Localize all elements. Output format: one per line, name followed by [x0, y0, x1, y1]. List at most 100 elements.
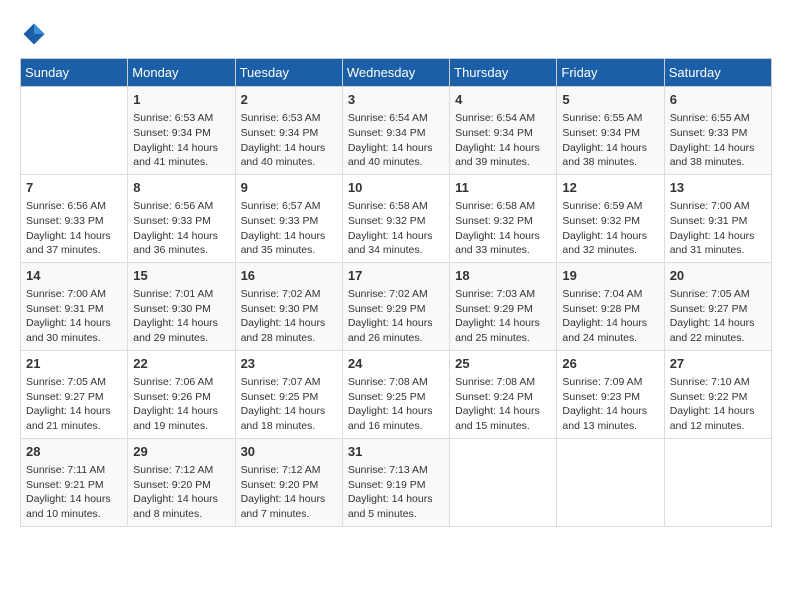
- calendar-week-1: 1 Sunrise: 6:53 AM Sunset: 9:34 PM Daylig…: [21, 87, 772, 175]
- logo: [20, 20, 52, 48]
- day-number: 17: [348, 267, 444, 285]
- calendar-cell: 14Sunrise: 7:00 AM Sunset: 9:31 PM Dayli…: [21, 262, 128, 350]
- cell-content: Sunrise: 6:56 AM Sunset: 9:33 PM Dayligh…: [26, 199, 122, 258]
- cell-content: Sunrise: 7:13 AM Sunset: 9:19 PM Dayligh…: [348, 463, 444, 522]
- cell-content: Sunrise: 7:02 AM Sunset: 9:29 PM Dayligh…: [348, 287, 444, 346]
- calendar-cell: 30 Sunrise: 7:12 AM Sunset: 9:20 PM Dayli…: [235, 438, 342, 526]
- day-number: 18: [455, 267, 551, 285]
- day-number: 4: [455, 91, 551, 109]
- cell-content: Sunrise: 6:59 AM Sunset: 9:32 PM Dayligh…: [562, 199, 658, 258]
- calendar-week-4: 21 Sunrise: 7:05 AM Sunset: 9:27 PM Dayli…: [21, 350, 772, 438]
- calendar-cell: 20Sunrise: 7:05 AM Sunset: 9:27 PM Dayli…: [664, 262, 771, 350]
- calendar-cell: 25 Sunrise: 7:08 AM Sunset: 9:24 PM Dayli…: [450, 350, 557, 438]
- day-number: 31: [348, 443, 444, 461]
- day-number: 23: [241, 355, 337, 373]
- cell-content: Sunrise: 7:03 AM Sunset: 9:29 PM Dayligh…: [455, 287, 551, 346]
- cell-content: Sunrise: 6:58 AM Sunset: 9:32 PM Dayligh…: [455, 199, 551, 258]
- calendar-cell: 6 Sunrise: 6:55 AM Sunset: 9:33 PM Daylig…: [664, 87, 771, 175]
- calendar-cell: 7 Sunrise: 6:56 AM Sunset: 9:33 PM Daylig…: [21, 174, 128, 262]
- cell-content: Sunrise: 7:11 AM Sunset: 9:21 PM Dayligh…: [26, 463, 122, 522]
- col-header-thursday: Thursday: [450, 59, 557, 87]
- day-number: 12: [562, 179, 658, 197]
- calendar-cell: 24 Sunrise: 7:08 AM Sunset: 9:25 PM Dayli…: [342, 350, 449, 438]
- day-number: 13: [670, 179, 766, 197]
- calendar-cell: 8Sunrise: 6:56 AM Sunset: 9:33 PM Daylig…: [128, 174, 235, 262]
- calendar-week-2: 7 Sunrise: 6:56 AM Sunset: 9:33 PM Daylig…: [21, 174, 772, 262]
- col-header-friday: Friday: [557, 59, 664, 87]
- col-header-sunday: Sunday: [21, 59, 128, 87]
- day-number: 11: [455, 179, 551, 197]
- cell-content: Sunrise: 7:04 AM Sunset: 9:28 PM Dayligh…: [562, 287, 658, 346]
- cell-content: Sunrise: 7:00 AM Sunset: 9:31 PM Dayligh…: [670, 199, 766, 258]
- day-number: 16: [241, 267, 337, 285]
- calendar-cell: 28 Sunrise: 7:11 AM Sunset: 9:21 PM Dayli…: [21, 438, 128, 526]
- calendar-cell: [557, 438, 664, 526]
- calendar-cell: [664, 438, 771, 526]
- cell-content: Sunrise: 7:05 AM Sunset: 9:27 PM Dayligh…: [26, 375, 122, 434]
- cell-content: Sunrise: 7:02 AM Sunset: 9:30 PM Dayligh…: [241, 287, 337, 346]
- calendar-cell: 12 Sunrise: 6:59 AM Sunset: 9:32 PM Dayli…: [557, 174, 664, 262]
- day-number: 21: [26, 355, 122, 373]
- col-header-saturday: Saturday: [664, 59, 771, 87]
- cell-content: Sunrise: 6:54 AM Sunset: 9:34 PM Dayligh…: [455, 111, 551, 170]
- calendar-cell: 27Sunrise: 7:10 AM Sunset: 9:22 PM Dayli…: [664, 350, 771, 438]
- calendar-week-5: 28 Sunrise: 7:11 AM Sunset: 9:21 PM Dayli…: [21, 438, 772, 526]
- calendar-cell: 4 Sunrise: 6:54 AM Sunset: 9:34 PM Daylig…: [450, 87, 557, 175]
- day-number: 22: [133, 355, 229, 373]
- cell-content: Sunrise: 6:53 AM Sunset: 9:34 PM Dayligh…: [241, 111, 337, 170]
- day-number: 2: [241, 91, 337, 109]
- day-number: 20: [670, 267, 766, 285]
- calendar-cell: [450, 438, 557, 526]
- day-number: 3: [348, 91, 444, 109]
- calendar-cell: 1 Sunrise: 6:53 AM Sunset: 9:34 PM Daylig…: [128, 87, 235, 175]
- logo-icon: [20, 20, 48, 48]
- calendar-cell: 21 Sunrise: 7:05 AM Sunset: 9:27 PM Dayli…: [21, 350, 128, 438]
- calendar-week-3: 14Sunrise: 7:00 AM Sunset: 9:31 PM Dayli…: [21, 262, 772, 350]
- calendar-cell: 26 Sunrise: 7:09 AM Sunset: 9:23 PM Dayli…: [557, 350, 664, 438]
- cell-content: Sunrise: 7:01 AM Sunset: 9:30 PM Dayligh…: [133, 287, 229, 346]
- cell-content: Sunrise: 7:06 AM Sunset: 9:26 PM Dayligh…: [133, 375, 229, 434]
- day-number: 1: [133, 91, 229, 109]
- calendar-cell: [21, 87, 128, 175]
- cell-content: Sunrise: 7:12 AM Sunset: 9:20 PM Dayligh…: [133, 463, 229, 522]
- day-number: 14: [26, 267, 122, 285]
- calendar-cell: 13 Sunrise: 7:00 AM Sunset: 9:31 PM Dayli…: [664, 174, 771, 262]
- day-number: 5: [562, 91, 658, 109]
- calendar-cell: 3Sunrise: 6:54 AM Sunset: 9:34 PM Daylig…: [342, 87, 449, 175]
- calendar-cell: 2 Sunrise: 6:53 AM Sunset: 9:34 PM Daylig…: [235, 87, 342, 175]
- day-number: 27: [670, 355, 766, 373]
- cell-content: Sunrise: 6:58 AM Sunset: 9:32 PM Dayligh…: [348, 199, 444, 258]
- col-header-monday: Monday: [128, 59, 235, 87]
- calendar-cell: 19 Sunrise: 7:04 AM Sunset: 9:28 PM Dayli…: [557, 262, 664, 350]
- cell-content: Sunrise: 6:53 AM Sunset: 9:34 PM Dayligh…: [133, 111, 229, 170]
- col-header-tuesday: Tuesday: [235, 59, 342, 87]
- cell-content: Sunrise: 6:55 AM Sunset: 9:33 PM Dayligh…: [670, 111, 766, 170]
- day-number: 19: [562, 267, 658, 285]
- day-number: 15: [133, 267, 229, 285]
- cell-content: Sunrise: 7:08 AM Sunset: 9:24 PM Dayligh…: [455, 375, 551, 434]
- calendar-cell: 11 Sunrise: 6:58 AM Sunset: 9:32 PM Dayli…: [450, 174, 557, 262]
- calendar-cell: 29 Sunrise: 7:12 AM Sunset: 9:20 PM Dayli…: [128, 438, 235, 526]
- calendar-table: SundayMondayTuesdayWednesdayThursdayFrid…: [20, 58, 772, 527]
- calendar-cell: 18 Sunrise: 7:03 AM Sunset: 9:29 PM Dayli…: [450, 262, 557, 350]
- calendar-cell: 10 Sunrise: 6:58 AM Sunset: 9:32 PM Dayli…: [342, 174, 449, 262]
- day-number: 10: [348, 179, 444, 197]
- calendar-cell: 22 Sunrise: 7:06 AM Sunset: 9:26 PM Dayli…: [128, 350, 235, 438]
- calendar-cell: 31 Sunrise: 7:13 AM Sunset: 9:19 PM Dayli…: [342, 438, 449, 526]
- day-number: 24: [348, 355, 444, 373]
- col-header-wednesday: Wednesday: [342, 59, 449, 87]
- day-number: 26: [562, 355, 658, 373]
- day-number: 7: [26, 179, 122, 197]
- calendar-cell: 16 Sunrise: 7:02 AM Sunset: 9:30 PM Dayli…: [235, 262, 342, 350]
- day-number: 25: [455, 355, 551, 373]
- day-number: 8: [133, 179, 229, 197]
- day-number: 30: [241, 443, 337, 461]
- cell-content: Sunrise: 7:12 AM Sunset: 9:20 PM Dayligh…: [241, 463, 337, 522]
- cell-content: Sunrise: 7:08 AM Sunset: 9:25 PM Dayligh…: [348, 375, 444, 434]
- calendar-cell: 15 Sunrise: 7:01 AM Sunset: 9:30 PM Dayli…: [128, 262, 235, 350]
- day-number: 29: [133, 443, 229, 461]
- calendar-cell: 23Sunrise: 7:07 AM Sunset: 9:25 PM Dayli…: [235, 350, 342, 438]
- day-number: 28: [26, 443, 122, 461]
- day-number: 6: [670, 91, 766, 109]
- cell-content: Sunrise: 7:09 AM Sunset: 9:23 PM Dayligh…: [562, 375, 658, 434]
